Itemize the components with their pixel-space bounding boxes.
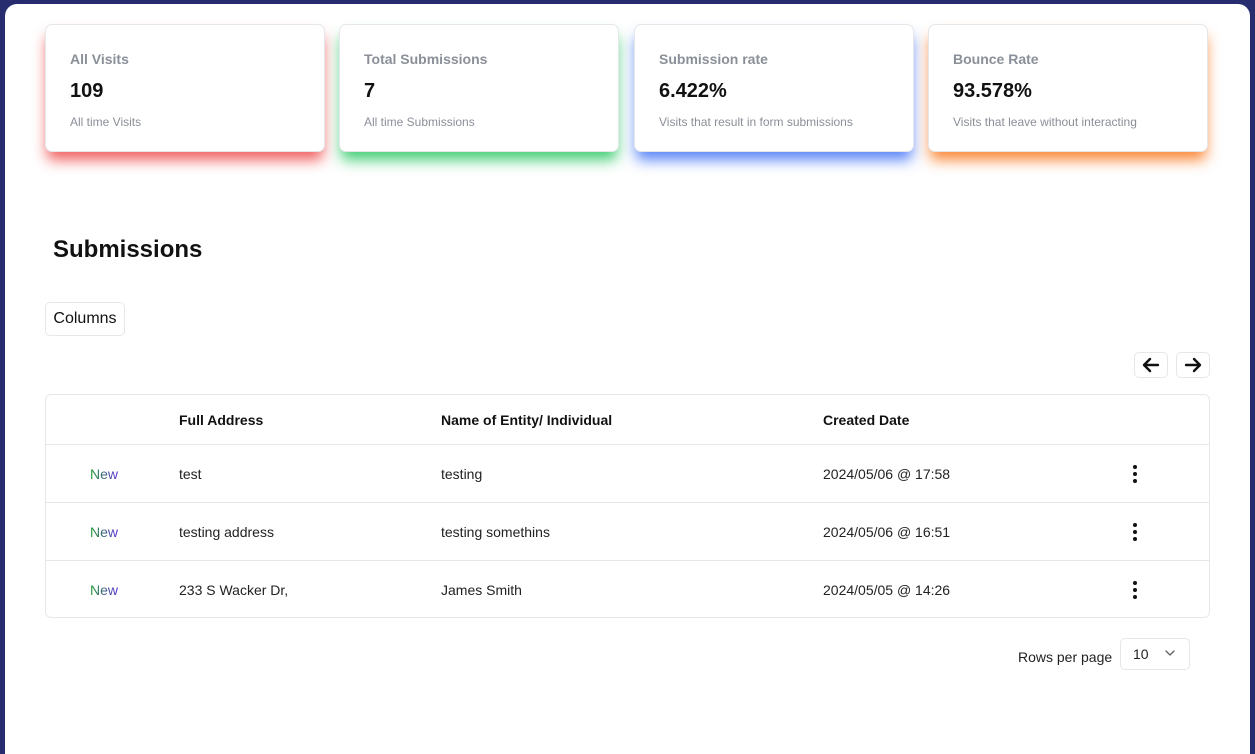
row-name: testing somethins [441,523,550,540]
next-page-button[interactable] [1176,352,1210,378]
stat-label: Bounce Rate [953,51,1039,67]
stat-value: 6.422% [659,80,727,102]
stat-card-bounce-rate: Bounce Rate 93.578% Visits that leave wi… [928,24,1208,152]
row-address: 233 S Wacker Dr, [179,581,289,598]
status-badge: New [90,581,119,598]
columns-button[interactable]: Columns [45,302,125,336]
main-panel: All Visits 109 All time Visits Total Sub… [5,4,1250,754]
status-badge: New [90,523,119,540]
stat-description: All time Submissions [364,115,475,129]
row-name: James Smith [441,581,522,598]
header-full-address[interactable]: Full Address [179,395,263,444]
table-header-row: Full Address Name of Entity/ Individual … [46,395,1209,444]
header-created-date[interactable]: Created Date [823,395,909,444]
header-name-of-entity[interactable]: Name of Entity/ Individual [441,395,612,444]
more-vertical-icon [1133,580,1137,599]
row-menu-button[interactable] [1122,445,1148,502]
row-address: testing address [179,523,274,540]
submissions-table: Full Address Name of Entity/ Individual … [45,394,1210,618]
more-vertical-icon [1133,464,1137,483]
stat-label: All Visits [70,51,129,67]
row-created-date: 2024/05/05 @ 14:26 [823,581,951,598]
stat-value: 7 [364,80,376,102]
stat-card-all-visits: All Visits 109 All time Visits [45,24,325,152]
rows-per-page-value: 10 [1133,646,1149,662]
stat-label: Total Submissions [364,51,488,67]
stat-label: Submission rate [659,51,768,67]
more-vertical-icon [1133,522,1137,541]
status-badge: New [90,465,119,482]
stat-description: Visits that leave without interacting [953,115,1137,129]
chevron-down-icon [1165,650,1175,656]
row-menu-button[interactable] [1122,561,1148,618]
stat-value: 109 [70,80,104,102]
prev-page-button[interactable] [1134,352,1168,378]
stat-description: All time Visits [70,115,142,129]
table-row[interactable]: New 233 S Wacker Dr, James Smith 2024/05… [46,560,1209,618]
rows-per-page-select[interactable]: 10 [1120,638,1190,670]
stat-value: 93.578% [953,80,1032,102]
row-created-date: 2024/05/06 @ 17:58 [823,465,951,482]
row-menu-button[interactable] [1122,503,1148,560]
row-name: testing [441,465,483,482]
table-row[interactable]: New testing address testing somethins 20… [46,502,1209,560]
page-title: Submissions [53,236,203,263]
stat-card-total-submissions: Total Submissions 7 All time Submissions [339,24,619,152]
rows-per-page-label: Rows per page [1018,649,1113,665]
stat-description: Visits that result in form submissions [659,115,853,129]
table-row[interactable]: New test testing 2024/05/06 @ 17:58 [46,444,1209,502]
arrow-left-icon [1142,357,1160,373]
stat-card-submission-rate: Submission rate 6.422% Visits that resul… [634,24,914,152]
row-address: test [179,465,202,482]
arrow-right-icon [1184,357,1202,373]
row-created-date: 2024/05/06 @ 16:51 [823,523,951,540]
